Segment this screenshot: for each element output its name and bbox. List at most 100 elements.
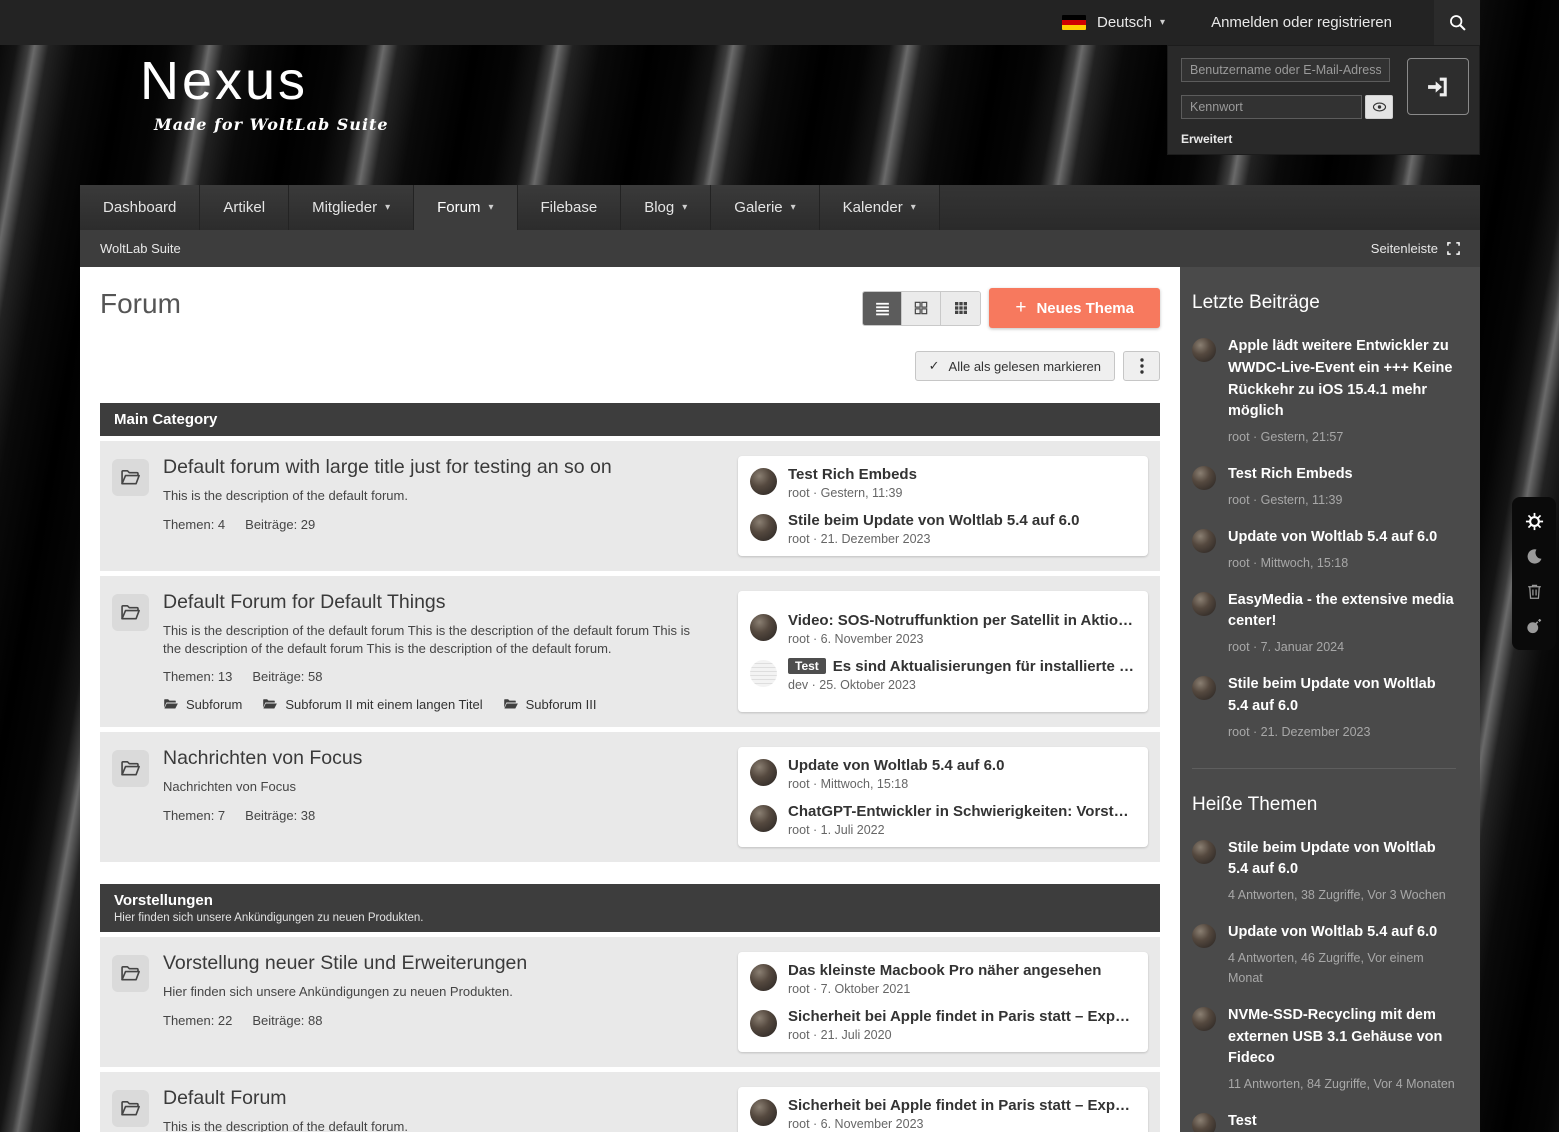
forum-row[interactable]: Vorstellung neuer Stile und Erweiterunge…: [100, 937, 1160, 1067]
chevron-down-icon: ▾: [791, 202, 796, 213]
topic-title-link[interactable]: Das kleinste Macbook Pro näher angesehen: [788, 962, 1101, 979]
latest-topics-card: Das kleinste Macbook Pro näher angesehen…: [738, 952, 1148, 1052]
avatar[interactable]: [1192, 529, 1216, 553]
forum-row[interactable]: Nachrichten von Focus Nachrichten von Fo…: [100, 732, 1160, 862]
hot-topic-item[interactable]: Update von Woltlab 5.4 auf 6.0 4 Antwort…: [1192, 922, 1456, 988]
login-register-link[interactable]: Anmelden oder registrieren: [1211, 14, 1392, 31]
topic-title-link[interactable]: Test Rich Embeds: [788, 466, 917, 483]
nav-tab-dashboard[interactable]: Dashboard: [80, 185, 200, 230]
folder-open-icon: [112, 750, 149, 787]
category-header[interactable]: Vorstellungen Hier finden sich unsere An…: [100, 884, 1160, 932]
avatar[interactable]: [750, 805, 777, 832]
subforum-link[interactable]: Subforum III: [503, 697, 597, 712]
site-logo[interactable]: Nexus Made for WoltLab Suite: [140, 54, 389, 134]
new-topic-button[interactable]: + Neues Thema: [989, 288, 1160, 328]
nav-tab-mitglieder[interactable]: Mitglieder▾: [289, 185, 414, 230]
main-navigation: Dashboard Artikel Mitglieder▾ Forum▾ Fil…: [80, 185, 1480, 230]
avatar[interactable]: [1192, 676, 1216, 700]
recent-post-item[interactable]: EasyMedia - the extensive media center! …: [1192, 590, 1456, 658]
avatar[interactable]: [750, 660, 777, 687]
topic-entry: TestEs sind Aktualisierungen für install…: [750, 658, 1136, 692]
avatar[interactable]: [1192, 1113, 1216, 1132]
gear-icon: [1524, 511, 1545, 532]
avatar[interactable]: [750, 1099, 777, 1126]
debug-bomb-button[interactable]: [1516, 610, 1552, 642]
login-submit-button[interactable]: [1407, 58, 1469, 115]
recent-post-item[interactable]: Apple lädt weitere Entwickler zu WWDC-Li…: [1192, 336, 1456, 447]
folder-open-icon: [112, 594, 149, 631]
avatar[interactable]: [750, 614, 777, 641]
password-input[interactable]: [1181, 95, 1362, 119]
avatar[interactable]: [1192, 924, 1216, 948]
topic-title-link[interactable]: Sicherheit bei Apple findet in Paris sta…: [788, 1097, 1136, 1114]
forum-title-link[interactable]: Default Forum: [163, 1087, 718, 1110]
forum-stats: Themen: 4 Beiträge: 29: [163, 517, 718, 532]
topic-title-link[interactable]: Sicherheit bei Apple findet in Paris sta…: [788, 1008, 1136, 1025]
topic-title-link[interactable]: Update von Woltlab 5.4 auf 6.0: [788, 757, 1004, 774]
avatar[interactable]: [1192, 338, 1216, 362]
nav-tab-galerie[interactable]: Galerie▾: [711, 185, 819, 230]
sidebar-toggle-button[interactable]: Seitenleiste: [1371, 241, 1460, 256]
username-input[interactable]: [1181, 58, 1390, 82]
forum-row[interactable]: Default forum with large title just for …: [100, 441, 1160, 571]
forum-title-link[interactable]: Default Forum for Default Things: [163, 591, 718, 614]
nav-tab-kalender[interactable]: Kalender▾: [820, 185, 940, 230]
hot-topic-item[interactable]: Stile beim Update von Woltlab 5.4 auf 6.…: [1192, 838, 1456, 906]
latest-topics-card: Video: SOS-Notruffunktion per Satellit i…: [738, 591, 1148, 712]
sidebar-divider: [1192, 768, 1456, 769]
avatar[interactable]: [1192, 1007, 1216, 1031]
topic-title-link[interactable]: ChatGPT-Entwickler in Schwierigkeiten: V…: [788, 803, 1136, 820]
subforum-link[interactable]: Subforum: [163, 697, 242, 712]
avatar[interactable]: [750, 964, 777, 991]
hot-topic-item[interactable]: Test 4 Antworten, 15 Zugriffe, Vor 2 Mon…: [1192, 1111, 1456, 1132]
forum-title-link[interactable]: Nachrichten von Focus: [163, 747, 718, 770]
nav-tab-forum[interactable]: Forum▾: [414, 185, 517, 230]
forum-stats: Themen: 13 Beiträge: 58: [163, 669, 718, 684]
mark-all-read-button[interactable]: ✓ Alle als gelesen markieren: [915, 351, 1115, 381]
nav-tab-filebase[interactable]: Filebase: [518, 185, 622, 230]
forum-description: This is the description of the default f…: [163, 622, 711, 657]
show-password-button[interactable]: [1365, 95, 1393, 119]
topic-title-link[interactable]: Video: SOS-Notruffunktion per Satellit i…: [788, 612, 1133, 629]
forum-description: Hier finden sich unsere Ankündigungen zu…: [163, 983, 711, 1001]
avatar[interactable]: [750, 468, 777, 495]
nav-tab-artikel[interactable]: Artikel: [200, 185, 289, 230]
hot-topic-item[interactable]: NVMe-SSD-Recycling mit dem externen USB …: [1192, 1005, 1456, 1094]
advanced-login-link[interactable]: Erweitert: [1181, 132, 1469, 146]
grid-2x2-icon: [913, 300, 929, 316]
style-settings-button[interactable]: [1516, 505, 1552, 537]
recent-post-item[interactable]: Update von Woltlab 5.4 auf 6.0 root · Mi…: [1192, 527, 1456, 573]
forum-row[interactable]: Default Forum This is the description of…: [100, 1072, 1160, 1132]
more-options-button[interactable]: [1123, 351, 1160, 381]
nav-tab-blog[interactable]: Blog▾: [621, 185, 711, 230]
avatar[interactable]: [750, 759, 777, 786]
language-selector[interactable]: Deutsch ▾: [1062, 14, 1165, 31]
compact-grid-view-button[interactable]: [941, 292, 980, 325]
topic-meta: root · 21. Juli 2020: [788, 1028, 1136, 1042]
recent-post-item[interactable]: Stile beim Update von Woltlab 5.4 auf 6.…: [1192, 674, 1456, 742]
recent-post-item[interactable]: Test Rich Embeds root · Gestern, 11:39: [1192, 464, 1456, 510]
avatar[interactable]: [750, 514, 777, 541]
category-header[interactable]: Main Category: [100, 403, 1160, 436]
clear-cache-button[interactable]: [1516, 575, 1552, 607]
forum-description: Nachrichten von Focus: [163, 778, 711, 796]
category-section-main: Main Category Default forum with large t…: [100, 403, 1160, 862]
forum-row[interactable]: Default Forum for Default Things This is…: [100, 576, 1160, 727]
login-panel: Erweitert: [1167, 45, 1480, 155]
subforum-link[interactable]: Subforum II mit einem langen Titel: [262, 697, 482, 712]
avatar[interactable]: [1192, 592, 1216, 616]
topic-title-link[interactable]: Stile beim Update von Woltlab 5.4 auf 6.…: [788, 512, 1079, 529]
eye-icon: [1371, 100, 1388, 114]
avatar[interactable]: [1192, 466, 1216, 490]
dark-mode-button[interactable]: [1516, 540, 1552, 572]
grid-view-button[interactable]: [902, 292, 941, 325]
avatar[interactable]: [750, 1010, 777, 1037]
breadcrumb-site-link[interactable]: WoltLab Suite: [100, 241, 181, 256]
forum-title-link[interactable]: Vorstellung neuer Stile und Erweiterunge…: [163, 952, 718, 975]
list-view-button[interactable]: [863, 292, 902, 325]
topic-title-link[interactable]: TestEs sind Aktualisierungen für install…: [788, 658, 1136, 675]
avatar[interactable]: [1192, 840, 1216, 864]
latest-topics-card: Test Rich Embeds root · Gestern, 11:39 S…: [738, 456, 1148, 556]
forum-title-link[interactable]: Default forum with large title just for …: [163, 456, 718, 479]
search-button[interactable]: [1434, 0, 1480, 45]
